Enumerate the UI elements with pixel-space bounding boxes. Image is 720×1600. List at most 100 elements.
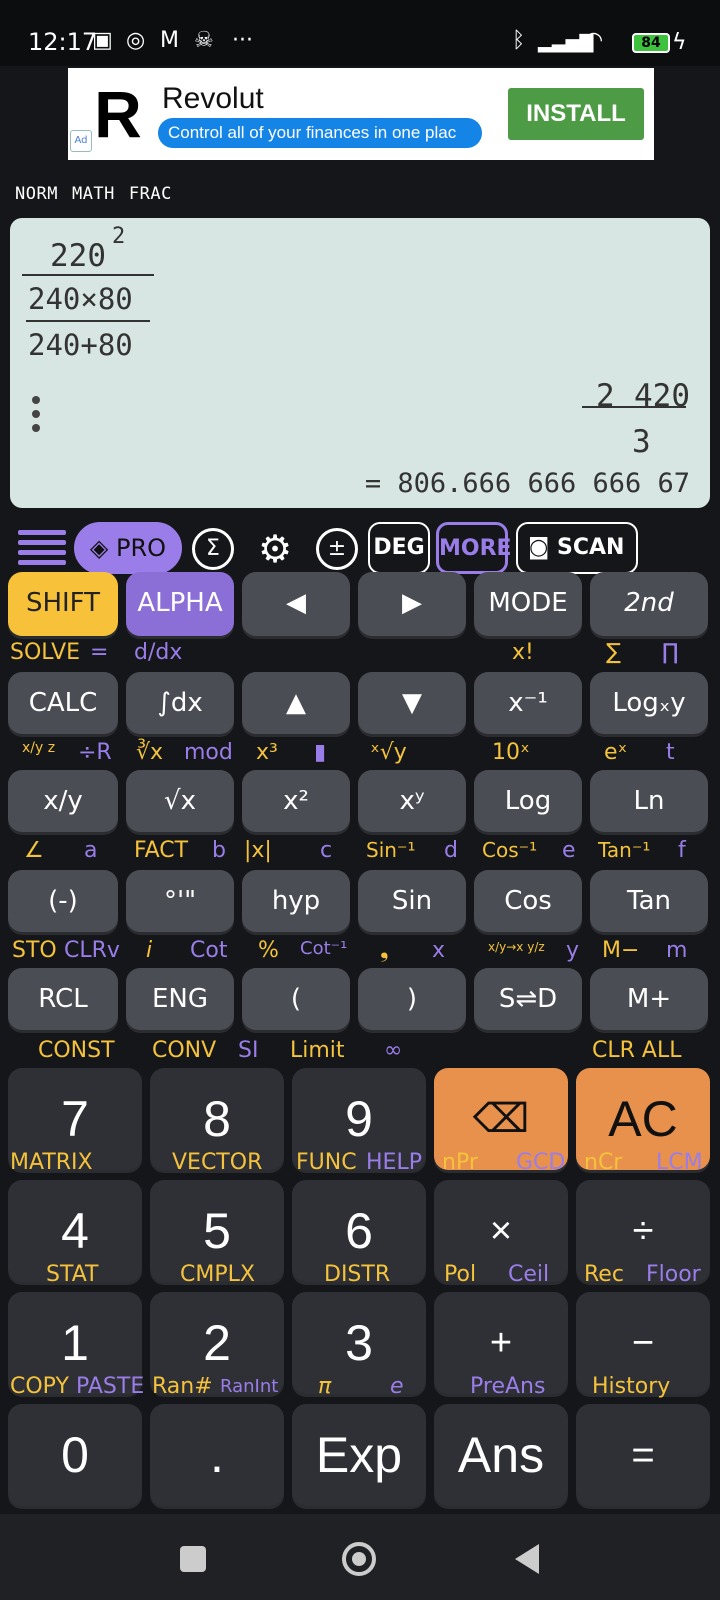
ad-install-button[interactable]: INSTALL — [508, 88, 644, 140]
s-to-d-key[interactable]: S⇌D — [474, 968, 582, 1030]
label-rec: Rec — [584, 1262, 624, 1287]
history-dots-icon[interactable] — [32, 396, 40, 438]
label-xroot: ˣ√y — [370, 740, 407, 765]
rcl-key[interactable]: RCL — [8, 968, 118, 1030]
label-distr: DISTR — [324, 1262, 391, 1287]
open-paren-key[interactable]: ( — [242, 968, 350, 1030]
label-bar: ▮ — [314, 740, 327, 765]
power-key[interactable]: xʸ — [358, 770, 466, 832]
recents-icon[interactable] — [180, 1546, 206, 1572]
label-pol: Pol — [444, 1262, 477, 1287]
label-acos: Cos⁻¹ — [482, 838, 538, 862]
reciprocal-key[interactable]: x⁻¹ — [474, 672, 582, 734]
result-whole: 2 — [596, 378, 615, 414]
label-m: m — [666, 938, 688, 963]
plus-minus-icon[interactable]: ± — [316, 528, 358, 570]
label-xfact: x! — [512, 640, 534, 665]
label-eq: = — [90, 640, 109, 665]
scan-button[interactable]: ◙ SCAN — [516, 522, 638, 574]
mode-math: MATH — [71, 184, 115, 204]
tan-key[interactable]: Tan — [590, 870, 708, 932]
result-numerator: 420 — [634, 378, 690, 414]
label-percent: % — [258, 938, 279, 963]
close-paren-key[interactable]: ) — [358, 968, 466, 1030]
logxy-key[interactable]: Logₓy — [590, 672, 708, 734]
second-key[interactable]: 2nd — [590, 572, 708, 636]
gear-icon[interactable]: ⚙ — [254, 528, 296, 570]
sqrt-key[interactable]: √x — [126, 770, 234, 832]
wifi-icon: ◠ — [584, 28, 604, 53]
degrees-key[interactable]: °'" — [126, 870, 234, 932]
label-solve: SOLVE — [10, 640, 81, 665]
sigma-icon[interactable]: Σ — [192, 528, 234, 570]
pro-button[interactable]: ◈ PRO — [74, 522, 182, 574]
m-plus-key[interactable]: M+ — [590, 968, 708, 1030]
negative-key[interactable]: (-) — [8, 870, 118, 932]
fraction-bar-inner — [26, 320, 150, 322]
digit-3-key[interactable]: 3 — [292, 1292, 426, 1394]
equals-key[interactable]: = — [576, 1404, 710, 1506]
fraction-key[interactable]: x/y — [8, 770, 118, 832]
label-x: x — [432, 938, 446, 963]
menu-icon[interactable] — [18, 530, 66, 570]
label-stat: STAT — [46, 1262, 99, 1287]
shift-key[interactable]: SHIFT — [8, 572, 118, 636]
label-ncr: nCr — [584, 1150, 623, 1175]
clock: 12:17 — [28, 28, 98, 56]
back-icon[interactable] — [515, 1544, 539, 1574]
hyp-key[interactable]: hyp — [242, 870, 350, 932]
home-icon[interactable] — [342, 1542, 376, 1576]
label-preans: PreAns — [470, 1374, 546, 1399]
label-prod: ∏ — [662, 640, 679, 665]
eng-key[interactable]: ENG — [126, 968, 234, 1030]
label-i: i — [146, 938, 153, 963]
skull-icon: ☠ — [194, 28, 214, 53]
down-arrow-key[interactable]: ▼ — [358, 672, 466, 734]
cos-key[interactable]: Cos — [474, 870, 582, 932]
more-icon: ··· — [232, 28, 253, 53]
bluetooth-icon: ᛒ — [512, 28, 526, 53]
sin-key[interactable]: Sin — [358, 870, 466, 932]
label-ten-power: 10ˣ — [492, 740, 530, 765]
label-f: f — [678, 838, 686, 863]
digit-0-key[interactable]: 0 — [8, 1404, 142, 1506]
label-mod: mod — [184, 740, 233, 765]
label-gcd: GCD — [516, 1150, 566, 1175]
expression-numerator: 220 — [50, 238, 106, 274]
deg-button[interactable]: DEG — [368, 522, 430, 574]
label-divr: ÷R — [78, 740, 112, 765]
label-paste: PASTE — [76, 1374, 145, 1399]
label-a: a — [84, 838, 98, 863]
label-vector: VECTOR — [172, 1150, 263, 1175]
more-button[interactable]: MORE — [436, 522, 512, 574]
label-copy: COPY — [10, 1374, 69, 1399]
alpha-key[interactable]: ALPHA — [126, 572, 234, 636]
decimal-point-key[interactable]: . — [150, 1404, 284, 1506]
ans-key[interactable]: Ans — [434, 1404, 568, 1506]
label-fraction-convert: x/y→x y/z — [488, 940, 545, 954]
label-angle: ∠ — [24, 838, 44, 863]
label-clrv: CLRv — [64, 938, 120, 963]
label-ddx: d/dx — [134, 640, 183, 665]
square-key[interactable]: x² — [242, 770, 350, 832]
mode-key[interactable]: MODE — [474, 572, 582, 636]
label-ceil: Ceil — [508, 1262, 550, 1287]
exp-key[interactable]: Exp — [292, 1404, 426, 1506]
ad-banner[interactable]: R Ad Revolut Control all of your finance… — [68, 68, 654, 160]
left-arrow-key[interactable]: ◀ — [242, 572, 350, 636]
mode-frac: FRAC — [128, 184, 172, 204]
label-history: History — [592, 1374, 671, 1399]
calc-key[interactable]: CALC — [8, 672, 118, 734]
calculator-display[interactable]: 220 2 240×80 240+80 2 420 3 = 806.666 66… — [10, 218, 710, 508]
charging-icon: ϟ — [672, 30, 687, 55]
label-floor: Floor — [646, 1262, 701, 1287]
up-arrow-key[interactable]: ▲ — [242, 672, 350, 734]
label-clr-all: CLR ALL — [592, 1038, 682, 1063]
ln-key[interactable]: Ln — [590, 770, 708, 832]
fraction-bar — [22, 274, 154, 276]
label-acot: Cot⁻¹ — [300, 938, 348, 959]
label-ran: Ran# — [152, 1374, 213, 1399]
log-key[interactable]: Log — [474, 770, 582, 832]
integral-key[interactable]: ∫dx — [126, 672, 234, 734]
right-arrow-key[interactable]: ▶ — [358, 572, 466, 636]
